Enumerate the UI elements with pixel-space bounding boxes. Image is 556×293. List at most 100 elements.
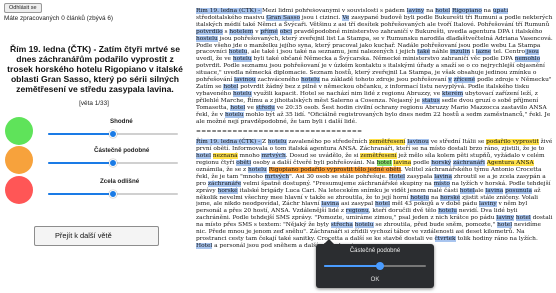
article-text-run: zachváceného xyxy=(255,77,301,84)
highlighted-word[interactable]: laviny xyxy=(496,215,514,222)
highlighted-word[interactable]: potvrdilo xyxy=(196,28,223,35)
highlighted-word[interactable]: hotel xyxy=(376,160,392,167)
highlighted-word[interactable]: zemětřesení xyxy=(369,139,406,146)
highlighted-word[interactable]: hotelu xyxy=(301,77,320,84)
highlighted-word[interactable]: čtvrtek xyxy=(434,236,456,242)
highlighted-word[interactable]: hotel xyxy=(230,104,246,111)
popup-ok-button[interactable]: OK xyxy=(316,277,434,283)
slider-thumb[interactable] xyxy=(109,130,117,138)
highlighted-word[interactable]: hotel xyxy=(515,215,531,222)
rating-color-different xyxy=(5,176,33,204)
slider-fill xyxy=(48,133,113,135)
rating-slider-different[interactable] xyxy=(48,190,178,198)
next-sentence-button[interactable]: Přejít k další větě xyxy=(34,226,159,246)
highlighted-word[interactable]: oběti xyxy=(236,160,252,167)
popup-slider-fill xyxy=(324,265,381,267)
highlighted-word[interactable]: Hotel xyxy=(196,242,213,249)
highlighted-word[interactable]: lazne xyxy=(475,49,492,56)
highlighted-word[interactable]: podařilo vyprostit xyxy=(486,139,539,146)
highlighted-word[interactable]: zřícené xyxy=(453,77,476,84)
rating-label-different: Zcela odlišné xyxy=(100,178,140,185)
highlighted-word[interactable]: hotel xyxy=(375,201,390,208)
highlighted-word[interactable]: horské xyxy=(217,187,238,194)
highlighted-word[interactable]: záchranáře xyxy=(207,180,242,187)
highlighted-word[interactable]: zemětřesení xyxy=(360,153,397,160)
article-text-run: středoitalského masivu xyxy=(196,14,267,21)
highlighted-word[interactable]: laviny xyxy=(479,201,497,208)
highlighted-word[interactable]: Agentura ANSA xyxy=(486,160,534,167)
highlighted-word[interactable]: hotelu xyxy=(438,208,457,215)
highlighted-word[interactable]: status xyxy=(421,97,440,104)
highlighted-word[interactable]: nemohlo xyxy=(514,56,541,63)
highlighted-word[interactable]: záchranáři xyxy=(453,160,485,167)
article-text-run: ale xyxy=(474,187,484,194)
highlighted-word[interactable]: neznaná xyxy=(212,153,238,160)
article-text-run: osoby a další čtveřé byli pohřešováni. N… xyxy=(251,160,377,167)
article-text-run: ". Asi 30 osob se stále pohřešuje. xyxy=(289,173,389,180)
highlighted-word[interactable]: také xyxy=(417,49,431,56)
highlighted-word[interactable]: mrtvých xyxy=(261,153,286,160)
highlighted-word[interactable]: přímé xyxy=(260,28,278,35)
progress-text: Máte zpracovaných 0 článků (zbývá 6) xyxy=(4,15,114,22)
highlighted-word[interactable]: lavinou xyxy=(407,139,429,146)
highlighted-word[interactable]: hotelu xyxy=(228,49,248,56)
highlighted-word[interactable]: lavina xyxy=(321,201,340,208)
rating-panel: Odhlásit se Máte zpracovaných 0 článků (… xyxy=(0,0,188,293)
highlighted-word[interactable]: hotel xyxy=(497,222,513,229)
popup-slider-thumb[interactable] xyxy=(376,262,385,270)
article-text-run: ve střední Itálii se xyxy=(428,139,487,146)
highlighted-word[interactable]: hotel xyxy=(435,8,451,14)
highlighted-word[interactable]: hotelu xyxy=(410,194,430,201)
highlighted-word[interactable]: Gran Sasso xyxy=(266,14,300,21)
highlighted-word[interactable]: lavinou xyxy=(234,77,256,84)
highlighted-word[interactable]: regionu xyxy=(345,208,369,215)
highlighted-word[interactable]: lavina xyxy=(393,160,412,167)
highlighted-word[interactable]: lavina xyxy=(434,173,452,180)
highlighted-word[interactable]: hotelu xyxy=(232,56,252,63)
highlighted-word[interactable]: Rigopiano xyxy=(452,8,482,14)
highlighted-word[interactable]: hotel xyxy=(196,153,211,160)
article-text-run: , kteří doručili dvě tělo xyxy=(368,208,439,215)
slider-thumb[interactable] xyxy=(109,190,117,198)
highlighted-word[interactable]: laviny xyxy=(406,8,425,14)
highlighted-word[interactable]: hotel xyxy=(459,187,475,194)
highlighted-word[interactable]: kterém xyxy=(442,90,464,97)
highlighted-word[interactable]: úpatí xyxy=(492,8,509,14)
highlighted-word[interactable]: hostelu xyxy=(196,35,218,42)
article-text-run: zavaleného po středečních xyxy=(286,139,370,146)
highlighted-word[interactable]: středu xyxy=(255,104,275,111)
highlighted-word[interactable]: hotelu xyxy=(247,166,267,173)
highlighted-word[interactable]: střecha xyxy=(330,222,353,229)
highlighted-word[interactable]: hotelu xyxy=(354,222,374,229)
rating-slider-identical[interactable] xyxy=(48,130,178,138)
article-text-run: . Dosud se uvádělo, že si xyxy=(285,153,361,160)
highlighted-word[interactable]: inzulin xyxy=(450,49,471,56)
article-text-run: ve xyxy=(245,104,256,111)
highlighted-word[interactable]: lavina xyxy=(485,187,504,194)
highlighted-word[interactable]: hotelu xyxy=(267,139,287,146)
highlighted-word[interactable]: místo xyxy=(433,180,450,187)
rating-slider-partial[interactable] xyxy=(48,159,178,167)
article-paragraph-2: Řím 19. ledna (ČTK) - Z hotelu zavalenéh… xyxy=(196,139,553,250)
highlighted-word[interactable]: hotelem xyxy=(229,28,254,35)
highlighted-word[interactable]: posunula xyxy=(505,187,532,194)
highlighted-word[interactable]: Řím 19. ledna (ČTK) - xyxy=(196,8,262,14)
logout-button[interactable]: Odhlásit se xyxy=(4,3,42,13)
highlighted-word[interactable]: hotel xyxy=(223,83,239,90)
article-text-run: náhle xyxy=(430,49,451,56)
highlighted-word[interactable]: Rigopiano podařilo vyprostit tělo jedné … xyxy=(268,166,401,173)
highlighted-word[interactable]: jsou xyxy=(525,49,539,56)
popup-slider[interactable] xyxy=(324,262,426,270)
highlighted-word[interactable]: Hotel xyxy=(388,173,406,180)
article-text-run: velmi špatně dostupný. "Presumujeme zách… xyxy=(241,180,434,187)
highlighted-word[interactable]: horské xyxy=(440,194,461,201)
slider-thumb[interactable] xyxy=(109,159,117,167)
highlighted-word[interactable]: hotelu xyxy=(224,111,244,118)
highlighted-word[interactable]: mrtvých xyxy=(264,173,290,180)
highlighted-word[interactable]: hotelu xyxy=(232,90,252,97)
article-text-run: asi zasypal xyxy=(339,201,376,208)
article-text-run: , ale také i jsou také na seznamu, jení … xyxy=(247,49,418,56)
highlighted-word[interactable]: horský xyxy=(431,160,452,167)
highlighted-word[interactable]: Řím 19. ledna (ČTK) - xyxy=(196,139,262,146)
highlighted-word[interactable]: obci xyxy=(279,28,293,35)
